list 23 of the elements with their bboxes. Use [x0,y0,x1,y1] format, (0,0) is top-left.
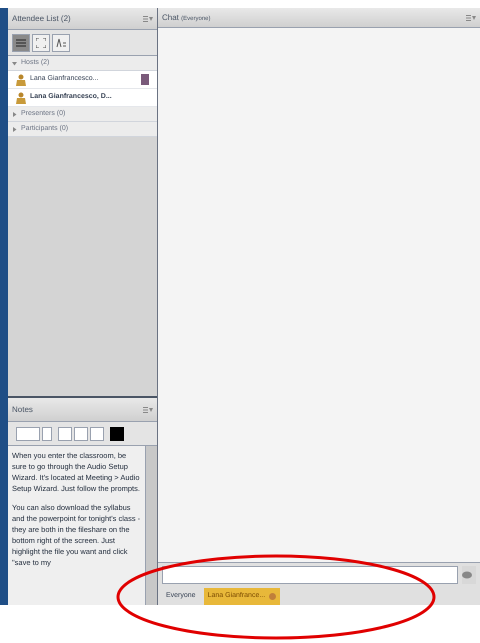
view-button[interactable] [32,34,50,52]
sort-icon [56,38,66,48]
expander-icon [12,60,17,66]
send-button[interactable] [462,566,476,584]
message-input[interactable] [162,566,458,584]
panel-menu-icon[interactable] [143,16,153,22]
panel-title: Attendee List (2) [12,12,71,24]
expand-icon [36,38,46,48]
panel-menu-icon[interactable] [466,14,476,20]
color-swatch[interactable] [110,426,124,440]
scrollbar[interactable] [145,446,157,605]
person-icon [16,74,26,86]
panel-menu-icon[interactable] [143,406,153,412]
font-size-dropdown[interactable] [16,426,40,440]
expander-icon [12,126,17,132]
expander-icon [12,112,17,116]
person-icon [16,92,26,104]
view-button[interactable] [12,34,30,52]
list-icon [16,38,26,46]
speech-bubble-icon [462,571,472,579]
view-button[interactable] [52,34,70,52]
close-icon[interactable] [269,593,276,600]
panel-title: Notes [12,404,33,416]
